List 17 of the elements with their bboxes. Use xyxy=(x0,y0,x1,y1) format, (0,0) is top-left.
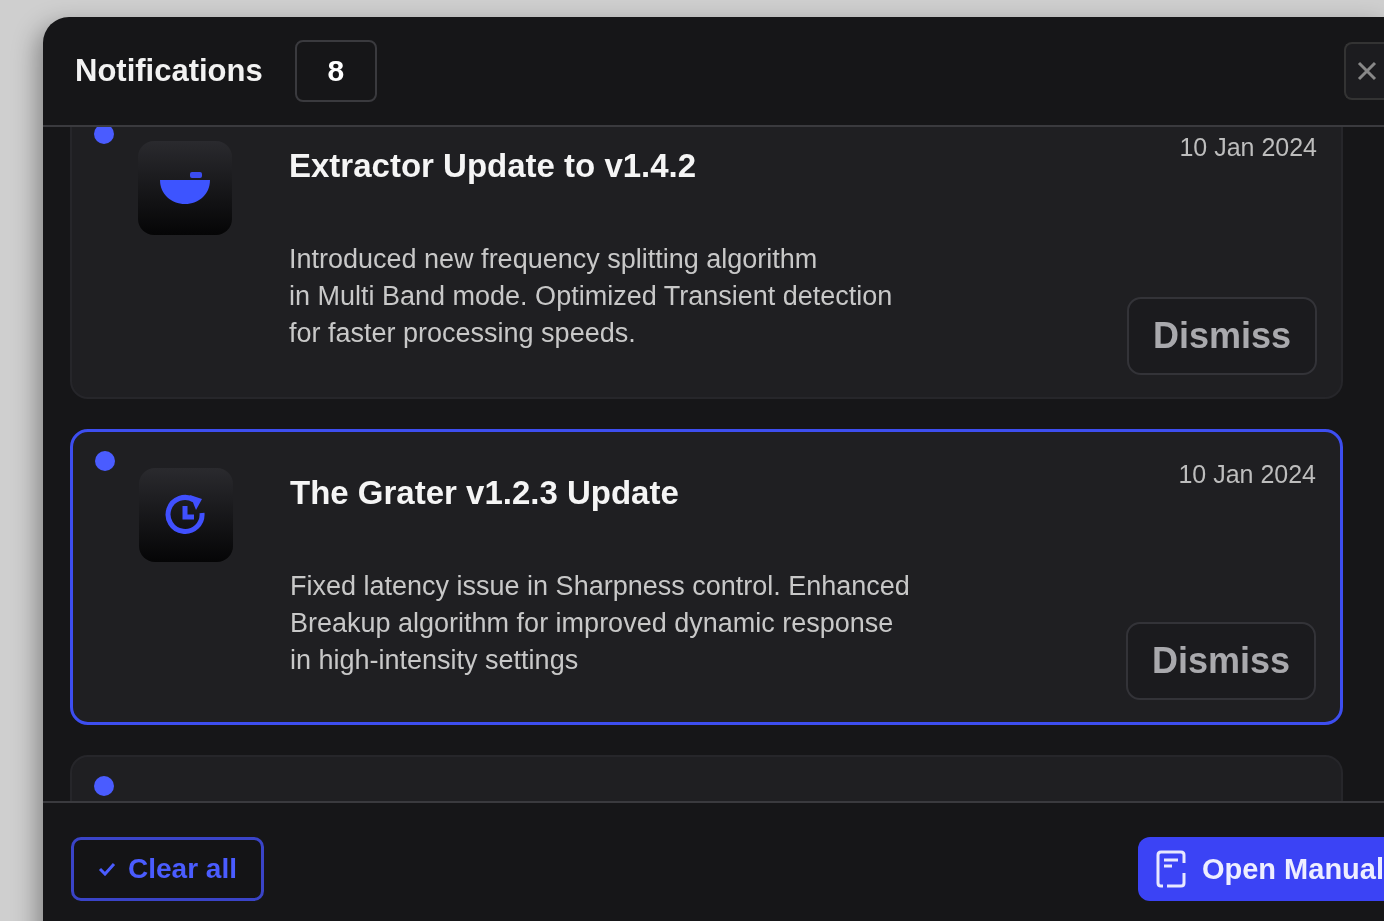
notification-title: The Grater v1.2.3 Update xyxy=(290,474,680,512)
open-manual-button[interactable]: Open Manual xyxy=(1137,837,1384,901)
notification-card[interactable]: The Grater v1.2.3 Update Fixed latency issue in Sharpness control. Enhanced Breakup algorithm for improved dynamic response in high-intensity settings 10 Jan 2024 Dismiss xyxy=(70,429,1343,725)
check-icon xyxy=(98,862,116,876)
notification-title: Extractor Update to v1.4.2 xyxy=(289,147,698,185)
close-button[interactable] xyxy=(1344,42,1384,100)
notification-date: 10 Jan 2024 xyxy=(1178,460,1316,489)
count-badge: 8 xyxy=(294,40,377,102)
clear-all-button[interactable]: Clear all xyxy=(71,837,264,901)
notification-card[interactable]: Extractor Update to v1.4.2 Introduced new frequency splitting algorithm in Multi Band mode. Optimized Transient detection for faster processing speeds. 10 Jan 2024 Dismiss xyxy=(70,127,1343,399)
dismiss-button[interactable]: Dismiss xyxy=(1126,297,1317,375)
notification-date: 10 Jan 2024 xyxy=(1179,133,1317,162)
notification-body: Introduced new frequency splitting algorithm in Multi Band mode. Optimized Transient detection for faster processing speeds. xyxy=(289,243,894,350)
dismiss-button[interactable]: Dismiss xyxy=(1125,622,1316,700)
close-icon xyxy=(1356,60,1378,82)
panel-title: Notifications xyxy=(75,53,263,89)
notification-body: Fixed latency issue in Sharpness control. Enhanced Breakup algorithm for improved dynamic response in high-intensity settings xyxy=(290,570,911,677)
